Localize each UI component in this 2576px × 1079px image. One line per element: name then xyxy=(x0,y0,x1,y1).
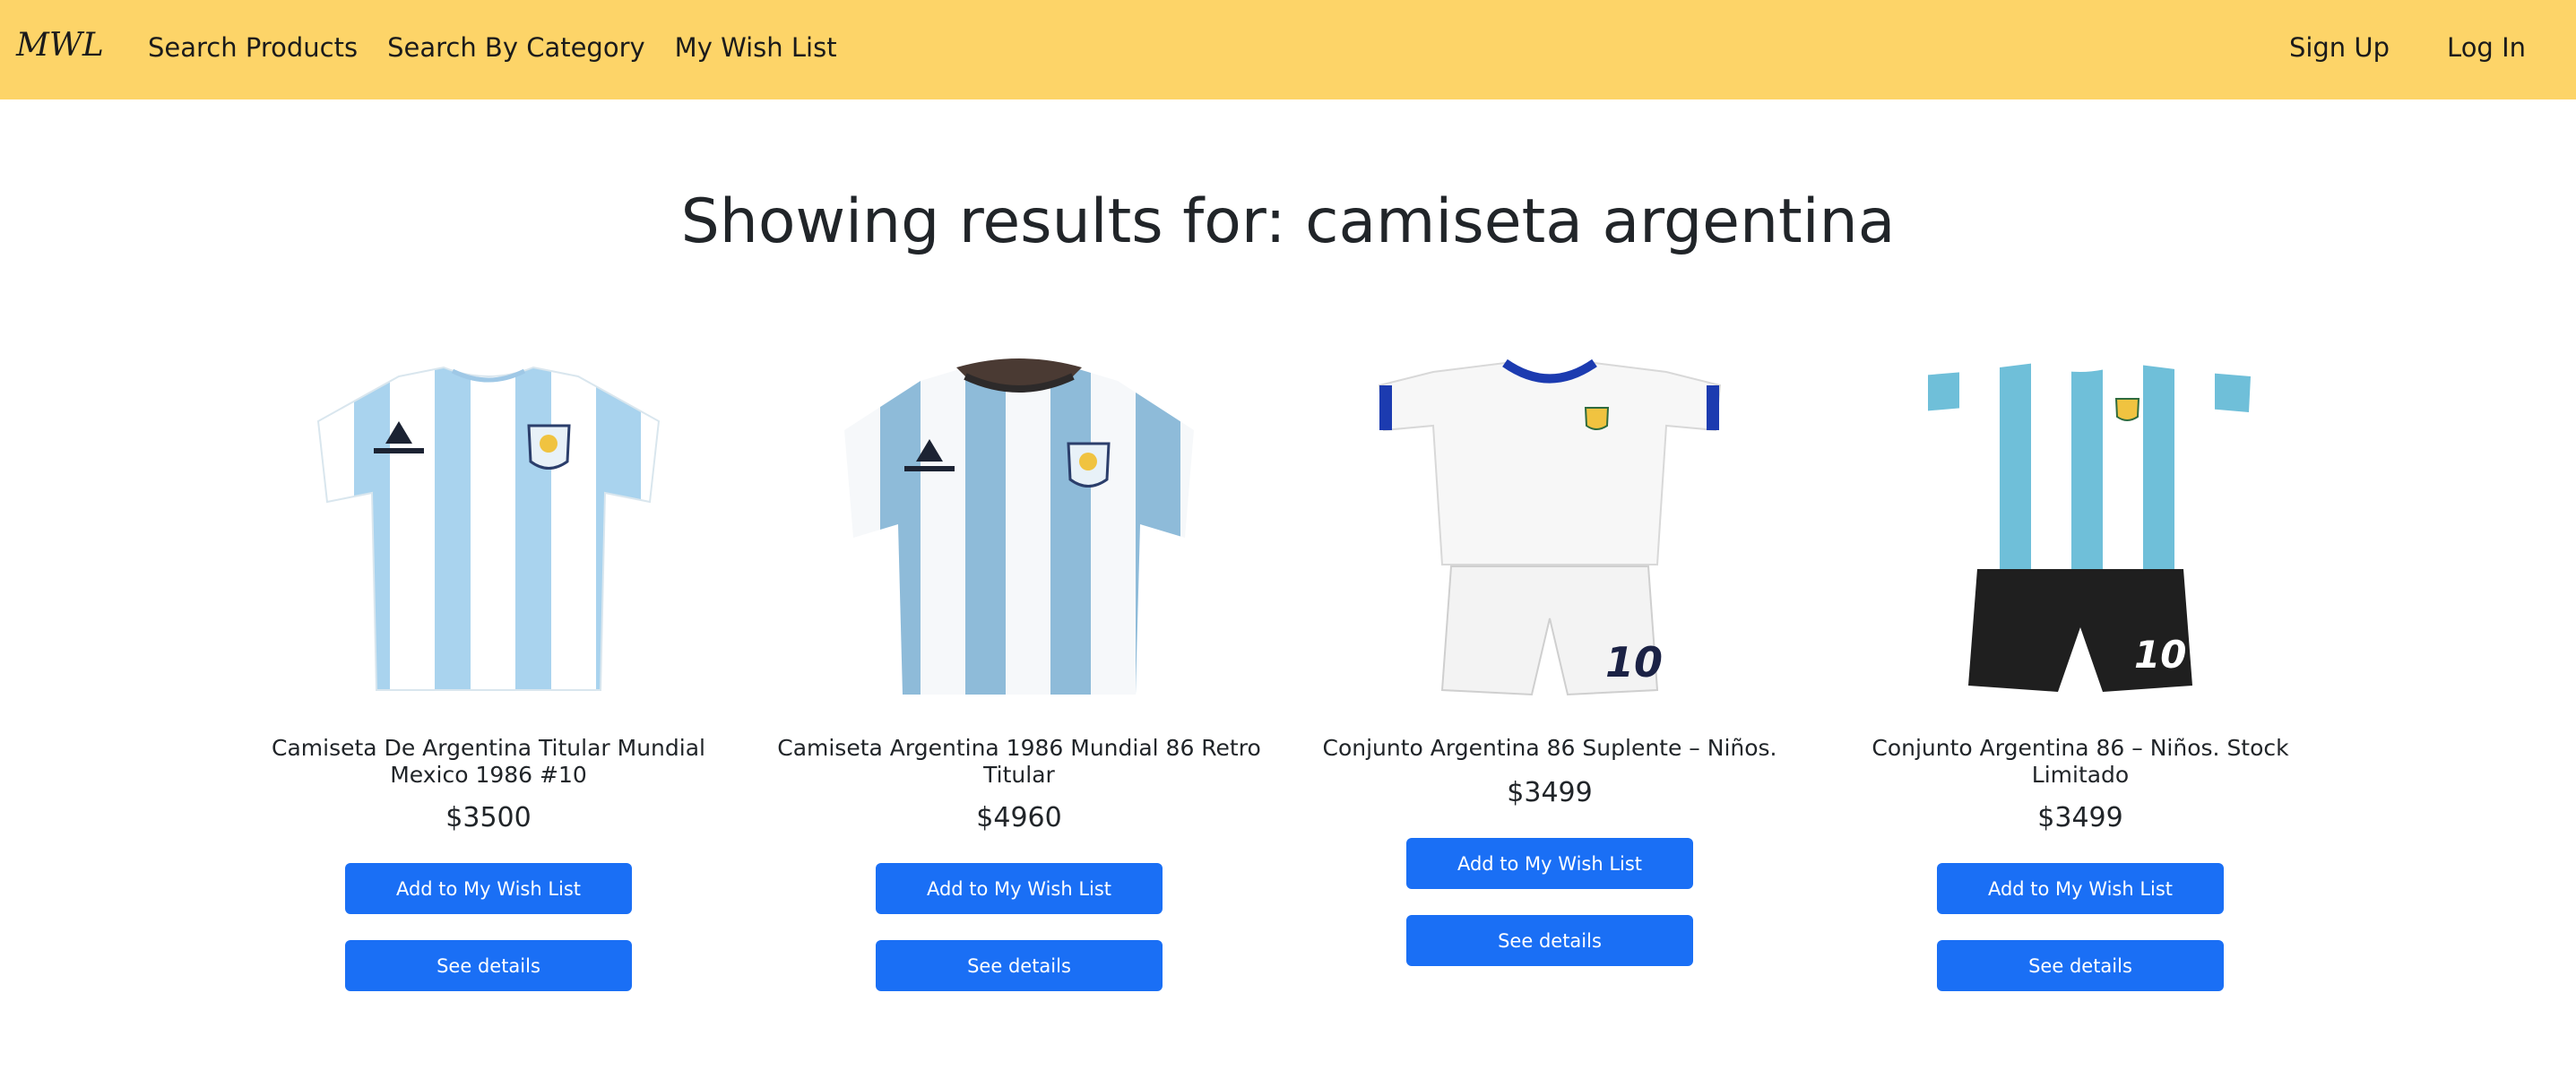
shorts-number: 10 xyxy=(1605,638,1663,686)
nav-log-in[interactable]: Log In xyxy=(2447,32,2526,63)
nav-search-products[interactable]: Search Products xyxy=(148,32,358,63)
product-price: $3500 xyxy=(445,802,532,833)
add-to-wish-list-button[interactable]: Add to My Wish List xyxy=(345,863,632,914)
add-to-wish-list-button[interactable]: Add to My Wish List xyxy=(1937,863,2224,914)
nav-search-by-category[interactable]: Search By Category xyxy=(387,32,645,63)
product-name[interactable]: Camiseta Argentina 1986 Mundial 86 Retro… xyxy=(768,735,1270,789)
product-name[interactable]: Conjunto Argentina 86 – Niños. Stock Lim… xyxy=(1829,735,2331,789)
product-image-white-kit[interactable]: 10 xyxy=(1361,358,1738,699)
see-details-button[interactable]: See details xyxy=(1937,940,2224,991)
see-details-button[interactable]: See details xyxy=(1406,915,1693,966)
nav-my-wish-list[interactable]: My Wish List xyxy=(675,32,837,63)
brand-logo[interactable]: MWL xyxy=(16,27,104,64)
product-name[interactable]: Conjunto Argentina 86 Suplente – Niños. xyxy=(1299,735,1801,762)
product-card: Camiseta De Argentina Titular Mundial Me… xyxy=(238,358,739,1004)
see-details-button[interactable]: See details xyxy=(876,940,1163,991)
product-image-striped-kit[interactable]: 10 xyxy=(1892,358,2269,699)
shorts-number: 10 xyxy=(2134,633,2186,677)
product-image-striped-jersey[interactable] xyxy=(300,358,677,699)
nav-sign-up[interactable]: Sign Up xyxy=(2289,32,2390,63)
product-price: $4960 xyxy=(976,802,1062,833)
navbar: MWL Search Products Search By Category M… xyxy=(0,0,2576,99)
product-price: $3499 xyxy=(2037,802,2123,833)
product-name[interactable]: Camiseta De Argentina Titular Mundial Me… xyxy=(238,735,739,789)
product-card: 10 Conjunto Argentina 86 Suplente – Niño… xyxy=(1299,358,1801,1004)
product-card: 10 Conjunto Argentina 86 – Niños. Stock … xyxy=(1829,358,2331,1004)
nav-auth-links: Sign Up Log In xyxy=(2289,32,2526,63)
nav-links: Search Products Search By Category My Wi… xyxy=(148,32,837,63)
add-to-wish-list-button[interactable]: Add to My Wish List xyxy=(1406,838,1693,889)
add-to-wish-list-button[interactable]: Add to My Wish List xyxy=(876,863,1163,914)
product-card: Camiseta Argentina 1986 Mundial 86 Retro… xyxy=(768,358,1270,1004)
product-price: $3499 xyxy=(1507,777,1593,808)
page-title: Showing results for: camiseta argentina xyxy=(680,186,1896,257)
product-image-retro-jersey[interactable] xyxy=(831,358,1207,699)
see-details-button[interactable]: See details xyxy=(345,940,632,991)
